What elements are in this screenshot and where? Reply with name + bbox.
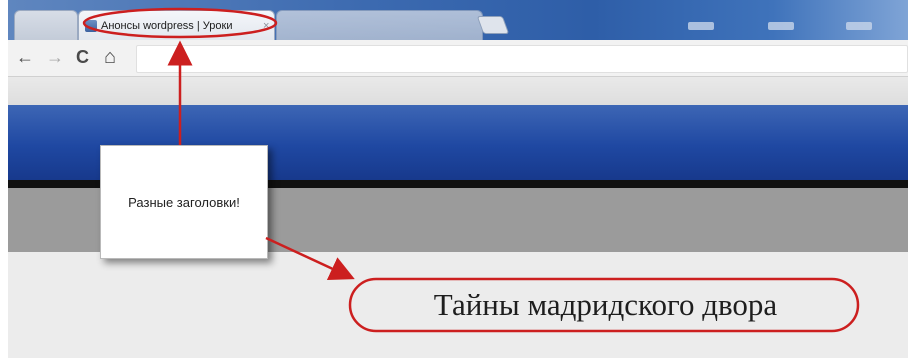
address-bar[interactable] [136,45,908,73]
tab-inactive-left[interactable] [14,10,78,41]
window-close-button[interactable] [846,22,872,30]
tab-close-icon[interactable]: × [263,20,269,32]
annotation-callout: Разные заголовки! [100,145,268,259]
page-favicon-icon [85,20,97,32]
tab-title: Анонсы wordpress | Уроки [101,20,233,32]
tab-active[interactable]: Анонсы wordpress | Уроки × [78,10,275,41]
browser-toolbar: ← → C ⌂ [8,40,908,77]
page-title: Тайны мадридского двора [433,287,778,322]
new-tab-button[interactable] [476,16,510,34]
tab-inactive-right[interactable] [276,10,483,41]
window-minimize-button[interactable] [688,22,714,30]
home-icon[interactable]: ⌂ [104,46,116,68]
reload-icon[interactable]: C [76,46,89,68]
site-top-band [8,77,908,105]
screenshot-frame: Анонсы wordpress | Уроки × ← → C ⌂ Разны… [8,0,908,358]
tab-strip: Анонсы wordpress | Уроки × [8,0,908,41]
window-maximize-button[interactable] [768,22,794,30]
back-arrow-icon[interactable]: ← [16,46,34,68]
annotation-text: Разные заголовки! [128,194,240,210]
forward-arrow-icon[interactable]: → [46,46,64,68]
